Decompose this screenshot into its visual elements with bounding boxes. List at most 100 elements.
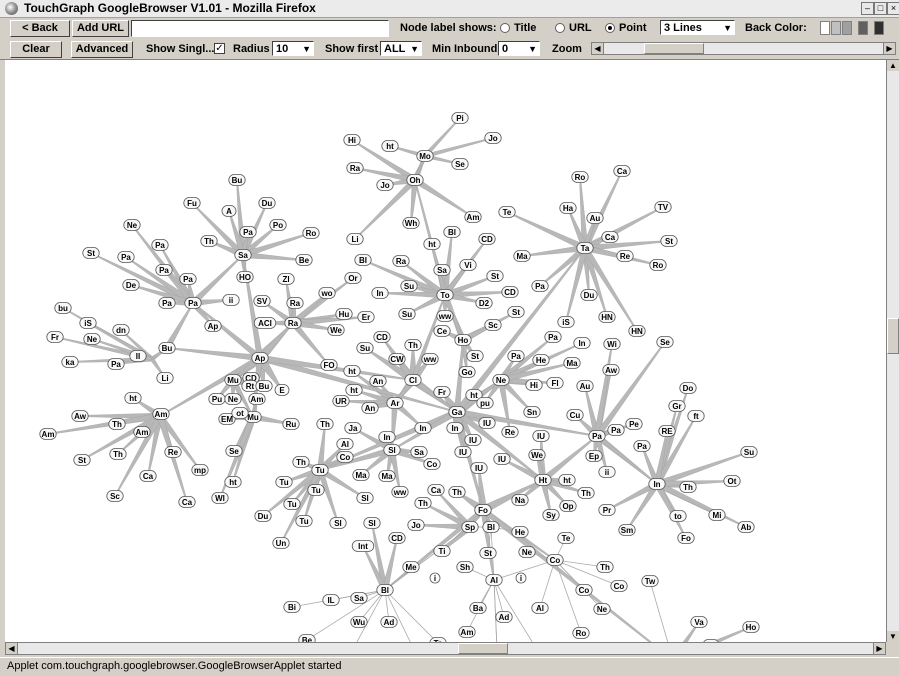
graph-node[interactable]: Tu [295, 515, 313, 527]
graph-node[interactable]: Wu [350, 616, 368, 628]
graph-node[interactable]: Mu [224, 374, 242, 386]
graph-node[interactable]: Zl [277, 273, 295, 285]
graph-node[interactable]: Pa [179, 273, 197, 285]
zoom-slider-thumb[interactable] [644, 43, 704, 54]
graph-node[interactable]: Gr [668, 400, 686, 412]
graph-node[interactable]: WI [211, 492, 229, 504]
graph-node[interactable]: CW [388, 353, 406, 365]
graph-node[interactable]: Ru [282, 418, 300, 430]
graph-node[interactable]: In [378, 431, 396, 443]
graph-node[interactable]: Th [404, 339, 422, 351]
graph-node[interactable]: Pa [151, 239, 169, 251]
graph-node[interactable]: ww [421, 353, 439, 365]
graph-node[interactable]: Th [292, 456, 310, 468]
graph-node[interactable]: Wi [603, 338, 621, 350]
graph-node[interactable]: Pa [531, 280, 549, 292]
graph-node[interactable]: bu [54, 302, 72, 314]
graph-node[interactable]: Ne [224, 393, 242, 405]
graph-node[interactable]: ht [423, 238, 441, 250]
radio-point[interactable] [605, 23, 615, 33]
graph-node[interactable]: Vi [459, 259, 477, 271]
graph-node[interactable]: Fr [46, 331, 64, 343]
graph-node[interactable]: Se [451, 158, 469, 170]
close-button[interactable]: × [887, 2, 899, 15]
graph-node[interactable]: Hi [525, 379, 543, 391]
graph-node[interactable]: Ne [492, 374, 510, 386]
graph-node[interactable]: Do [679, 382, 697, 394]
graph-node[interactable]: Fu [183, 197, 201, 209]
graph-node[interactable]: Cu [566, 409, 584, 421]
graph-node[interactable]: Ho [454, 334, 472, 346]
graph-node[interactable]: ht [343, 365, 361, 377]
graph-node[interactable]: Be [298, 634, 316, 643]
graph-node[interactable]: St [660, 235, 678, 247]
graph-node[interactable]: Th [200, 235, 218, 247]
graph-node[interactable]: Se [225, 445, 243, 457]
graph-node[interactable]: Be [295, 254, 313, 266]
graph-node[interactable]: IL [322, 594, 340, 606]
graph-node[interactable]: Tu [275, 476, 293, 488]
graph-node[interactable]: Ne [83, 333, 101, 345]
graph-node[interactable]: Al [485, 574, 503, 586]
back-color-swatch-5[interactable] [874, 21, 884, 35]
graph-svg[interactable]: Pi Hi ht Jo Mo Se Ra Jo Oh Bu Fu Du A Pa Po Ne Th Sa Ro Pa S… [5, 60, 886, 642]
add-url-button[interactable]: Add URL [72, 20, 129, 37]
graph-node[interactable]: Ca [613, 165, 631, 177]
graph-node[interactable]: Ot [723, 475, 741, 487]
graph-node[interactable]: CD [388, 532, 406, 544]
graph-node[interactable]: dn [112, 324, 130, 336]
scroll-down-icon[interactable]: ▼ [887, 631, 899, 642]
graph-node[interactable]: Oh [406, 174, 424, 186]
graph-node[interactable]: Sa [433, 264, 451, 276]
min-inbound-select[interactable]: 0 ▼ [498, 41, 540, 56]
maximize-button[interactable]: □ [874, 2, 887, 15]
graph-node[interactable]: Ar [386, 397, 404, 409]
graph-node[interactable]: Or [344, 272, 362, 284]
graph-node[interactable]: Ht [534, 474, 552, 486]
graph-node[interactable]: Ga [448, 406, 466, 418]
graph-node[interactable]: Op [559, 500, 577, 512]
back-color-swatch-3[interactable] [842, 21, 852, 35]
graph-node[interactable]: Ca [601, 231, 619, 243]
graph-node[interactable]: Wh [402, 217, 420, 229]
graph-node[interactable]: Sc [106, 490, 124, 502]
graph-node[interactable]: St [479, 547, 497, 559]
graph-node[interactable]: Co [610, 580, 628, 592]
graph-node[interactable]: We [327, 324, 345, 336]
graph-node[interactable]: ii [598, 466, 616, 478]
graph-node[interactable]: Ad [495, 611, 513, 623]
graph-node[interactable]: Ne [123, 219, 141, 231]
graph-node[interactable]: HO [236, 271, 254, 283]
graph-node[interactable]: Ja [344, 422, 362, 434]
graph-node[interactable]: Bu [228, 174, 246, 186]
graph-node[interactable]: Ha [559, 202, 577, 214]
graph-node[interactable]: Ra [346, 162, 364, 174]
graph-node[interactable]: Pa [607, 424, 625, 436]
graph-node[interactable]: CD [373, 331, 391, 343]
zoom-left-arrow-icon[interactable]: ◀ [592, 43, 604, 54]
graph-node[interactable]: Sl [383, 444, 401, 456]
graph-node[interactable]: Pa [544, 331, 562, 343]
minimize-button[interactable]: – [861, 2, 874, 15]
graph-node[interactable]: Ep [585, 450, 603, 462]
show-singles-checkbox[interactable]: ✓ [214, 43, 225, 54]
graph-node[interactable]: In [414, 422, 432, 434]
graph-node[interactable]: Au [576, 380, 594, 392]
graph-node[interactable]: Pa [507, 350, 525, 362]
graph-node[interactable]: Bl [376, 584, 394, 596]
graph-node[interactable]: Ca [427, 484, 445, 496]
radio-url[interactable] [555, 23, 565, 33]
graph-node[interactable]: IU [478, 417, 496, 429]
graph-node[interactable]: ht [124, 392, 142, 404]
advanced-button[interactable]: Advanced [71, 41, 133, 58]
graph-node[interactable]: wo [318, 287, 336, 299]
url-input[interactable] [131, 20, 389, 37]
graph-node[interactable]: FO [320, 359, 338, 371]
graph-node[interactable]: CD [501, 286, 519, 298]
graph-node[interactable]: Ab [737, 521, 755, 533]
graph-node[interactable]: Ta [576, 242, 594, 254]
graph-node[interactable]: Am [464, 211, 482, 223]
vertical-scrollbar-thumb[interactable] [887, 318, 899, 354]
graph-node[interactable]: Sh [456, 561, 474, 573]
graph-node[interactable]: Jo [407, 519, 425, 531]
